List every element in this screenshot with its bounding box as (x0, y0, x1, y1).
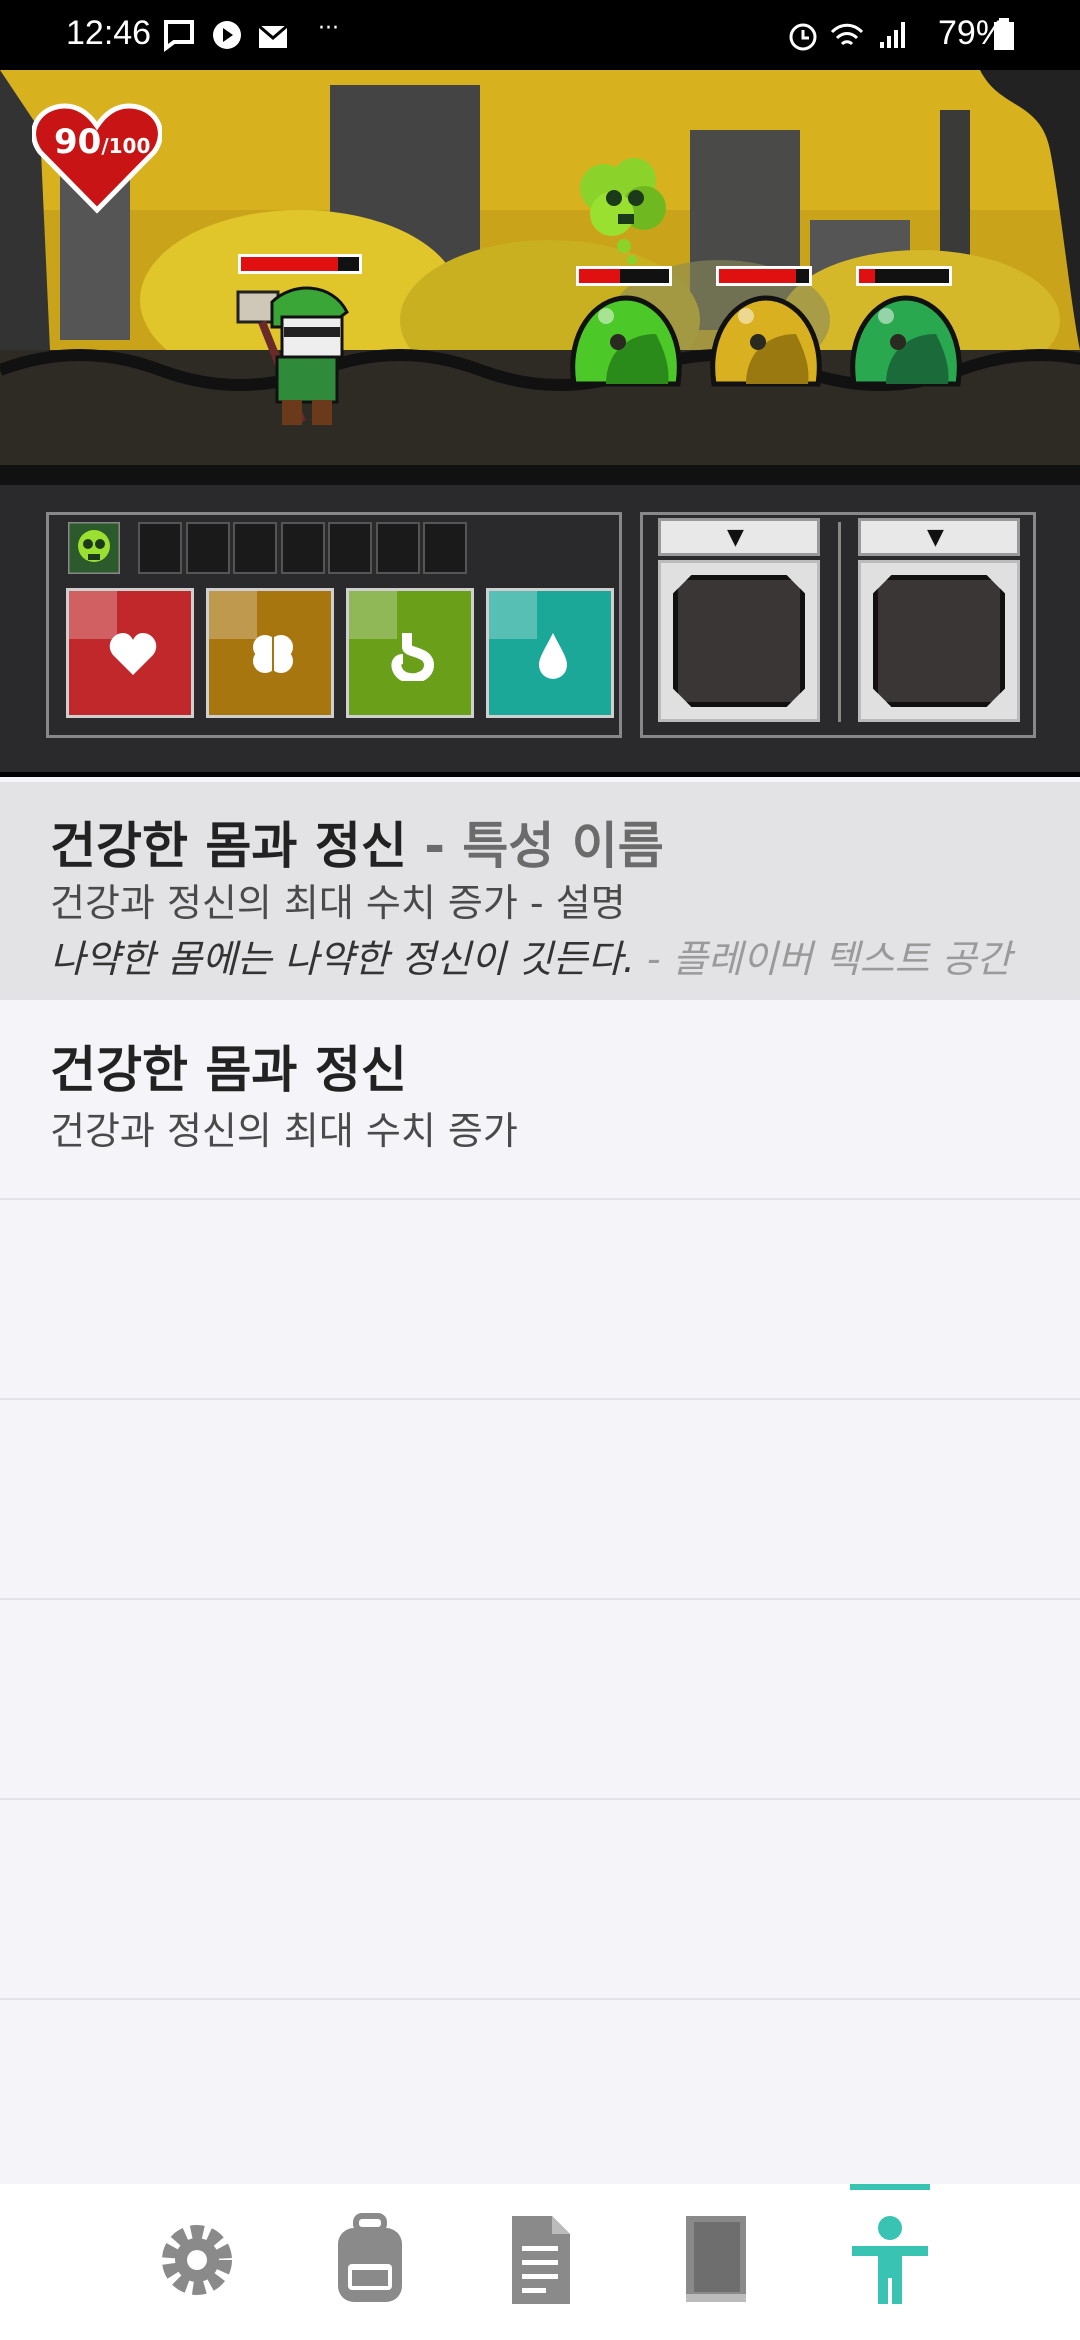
poison-status-icon[interactable] (68, 522, 120, 574)
bottom-nav (0, 2184, 1080, 2340)
active-tab-indicator (850, 2184, 930, 2190)
status-effect-slot[interactable] (375, 522, 420, 574)
trait-name: 건강한 몸과 정신 (50, 817, 407, 875)
equip-slot-1-frame (673, 575, 805, 707)
mail-icon (258, 24, 288, 48)
heart-icon (109, 633, 157, 675)
dropdown-arrow-icon: ▼ (927, 525, 944, 550)
status-effect-slot[interactable] (233, 522, 277, 574)
empty-row (0, 1400, 1080, 1600)
stat-card-brain[interactable] (206, 588, 334, 718)
stat-card-stomach[interactable] (346, 588, 474, 718)
battle-scene[interactable]: 90/100 (0, 70, 1080, 482)
status-effect-slot[interactable] (185, 522, 230, 574)
trait-row-selected[interactable]: 건강한 몸과 정신 - 특성 이름 건강과 정신의 최대 수치 증가 - 설명 … (0, 782, 1080, 1000)
player-hp: 90 (54, 122, 102, 162)
wifi-icon (830, 23, 864, 46)
empty-row (0, 1200, 1080, 1400)
enemy-health-bar (576, 266, 672, 286)
dropdown-arrow-icon: ▼ (727, 525, 744, 550)
status-effect-slot[interactable] (423, 522, 467, 574)
clock: 12:46 (66, 14, 152, 52)
equip-slot-2[interactable] (858, 560, 1020, 722)
trait-desc: 건강과 정신의 최대 수치 증가 (50, 881, 518, 925)
play-icon (213, 21, 241, 49)
player-hp-max: /100 (101, 134, 151, 158)
battery-icon (994, 18, 1014, 50)
signal-icon (880, 22, 905, 48)
trait-list: 건강한 몸과 정신 - 특성 이름 건강과 정신의 최대 수치 증가 - 설명 … (0, 782, 1080, 2182)
settings-icon[interactable] (147, 2210, 247, 2310)
equip-slot-1[interactable] (658, 560, 820, 722)
status-effect-slot[interactable] (328, 522, 372, 574)
equipment-divider (838, 522, 841, 722)
status-bar: 12:46 ··· 79% (0, 0, 1080, 70)
trait-flavor: 나약한 몸에는 나약한 정신이 깃든다. - 플레이버 텍스트 공간 (50, 928, 1011, 983)
status-effect-slot[interactable] (138, 522, 182, 574)
enemy-health-fill (859, 269, 876, 283)
trait-flavor-suffix: - 플레이버 텍스트 공간 (634, 937, 1012, 981)
trait-desc: 건강과 정신의 최대 수치 증가 (50, 1109, 518, 1153)
backpack-icon[interactable] (320, 2210, 420, 2310)
player-character[interactable] (232, 282, 362, 432)
enemy-slime[interactable] (706, 292, 826, 392)
trait-title: 건강한 몸과 정신 - 특성 이름 (50, 806, 664, 878)
enemy-health-fill (579, 269, 620, 283)
book-icon[interactable] (666, 2210, 766, 2310)
document-icon[interactable] (490, 2210, 590, 2310)
person-icon[interactable] (840, 2210, 940, 2310)
trait-name: 건강한 몸과 정신 (50, 1041, 407, 1099)
empty-row (0, 1600, 1080, 1800)
enemy-slime[interactable] (566, 292, 686, 392)
hud-divider (0, 772, 1080, 777)
alarm-icon (789, 23, 817, 51)
player-health-bar (238, 254, 362, 274)
water-drop-icon (539, 633, 567, 679)
trait-row[interactable]: 건강한 몸과 정신 건강과 정신의 최대 수치 증가 (0, 1000, 1080, 1200)
poison-skull-icon (580, 158, 666, 265)
trait-name-suffix: - 특성 이름 (406, 817, 664, 875)
enemy-health-fill (719, 269, 796, 283)
enemy-slime[interactable] (846, 292, 966, 392)
enemy-health-bar (716, 266, 812, 286)
equip-slot-2-frame (873, 575, 1005, 707)
equip-slot-1-dropdown[interactable]: ▼ (658, 518, 820, 556)
empty-row (0, 1800, 1080, 2000)
player-hp-readout: 90/100 (54, 122, 150, 162)
status-effect-slot[interactable] (280, 522, 325, 574)
stomach-icon (391, 633, 435, 681)
trait-flavor-text: 나약한 몸에는 나약한 정신이 깃든다. (50, 937, 635, 981)
player-health-fill (241, 257, 338, 271)
trait-description: 건강과 정신의 최대 수치 증가 - 설명 (50, 872, 626, 927)
enemy-health-bar (856, 266, 952, 286)
trait-desc-suffix: - 설명 (517, 881, 626, 925)
stat-card-heart[interactable] (66, 588, 194, 718)
brain-icon (253, 635, 293, 673)
message-icon (164, 20, 194, 52)
stat-card-water-drop[interactable] (486, 588, 614, 718)
more-notifications: ··· (318, 16, 339, 41)
equip-slot-2-dropdown[interactable]: ▼ (858, 518, 1020, 556)
